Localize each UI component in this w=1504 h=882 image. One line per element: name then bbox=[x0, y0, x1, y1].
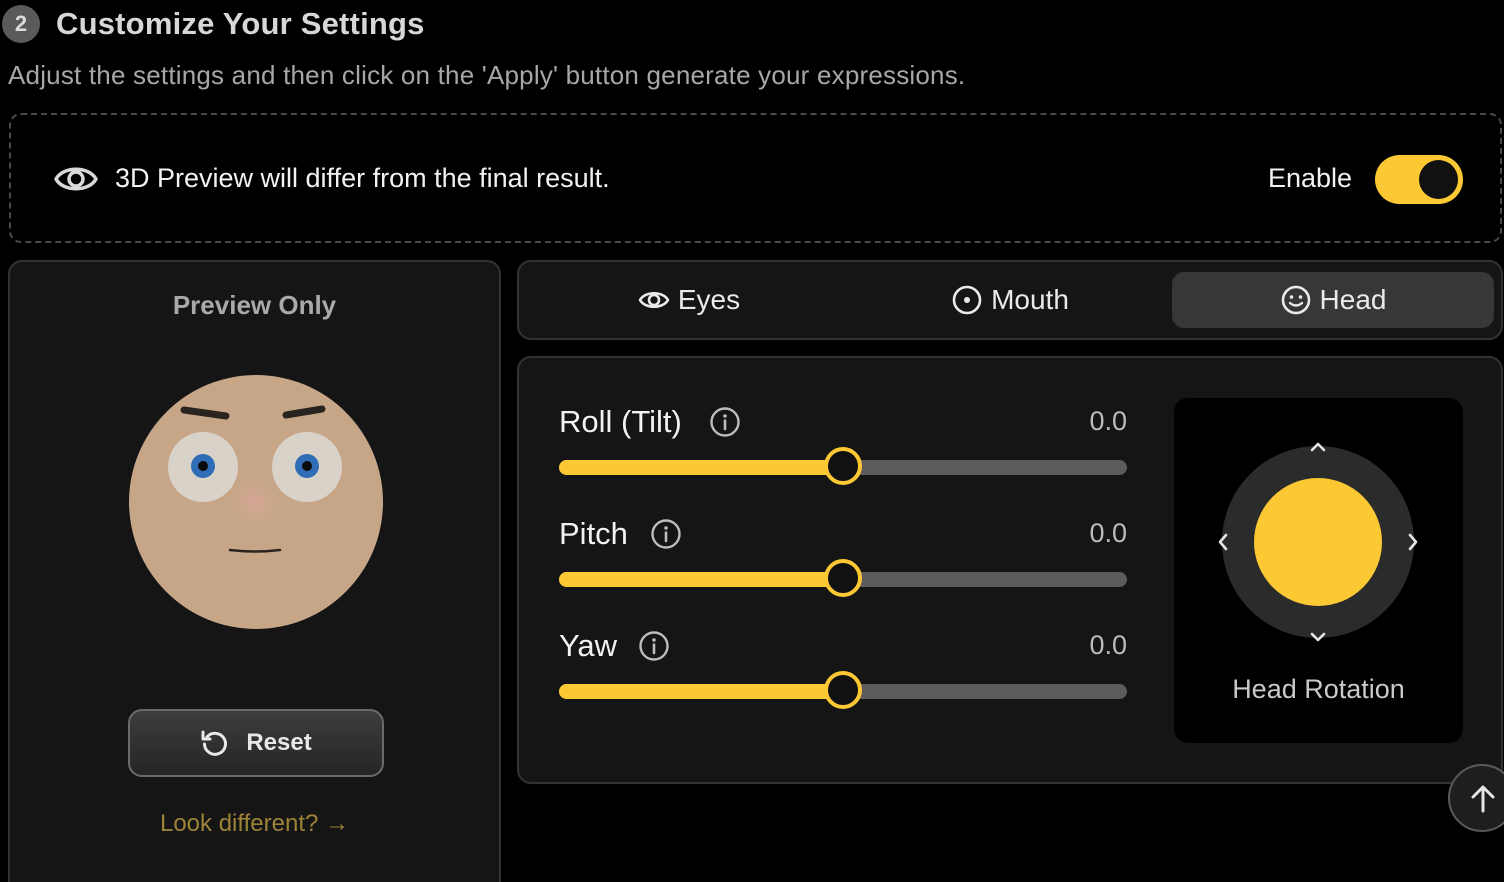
settings-page: 2 Customize Your Settings Adjust the set… bbox=[0, 0, 1504, 882]
step-header: 2 Customize Your Settings bbox=[0, 4, 425, 44]
yaw-slider-fill bbox=[559, 684, 843, 699]
tab-head-label: Head bbox=[1319, 284, 1387, 315]
eye-icon bbox=[54, 167, 98, 191]
pitch-slider[interactable] bbox=[559, 559, 1127, 597]
pitch-value: 0.0 bbox=[1089, 518, 1127, 548]
eye-icon bbox=[638, 291, 670, 309]
pitch-slider-fill bbox=[559, 572, 843, 587]
roll-value: 0.0 bbox=[1089, 406, 1127, 436]
page-title: Customize Your Settings bbox=[56, 6, 425, 41]
preview-notice-banner: 3D Preview will differ from the final re… bbox=[9, 113, 1502, 243]
info-icon[interactable] bbox=[650, 518, 682, 550]
reset-label: Reset bbox=[246, 729, 312, 756]
info-icon[interactable] bbox=[709, 406, 741, 438]
page-subtitle: Adjust the settings and then click on th… bbox=[8, 60, 966, 90]
roll-label: Roll (Tilt) bbox=[559, 404, 682, 439]
yaw-value: 0.0 bbox=[1089, 630, 1127, 660]
pitch-slider-thumb[interactable] bbox=[824, 559, 862, 597]
tab-mouth-label: Mouth bbox=[991, 284, 1069, 315]
reset-icon bbox=[201, 730, 228, 756]
joystick-handle[interactable] bbox=[1254, 478, 1382, 606]
preview-card: Preview Only Reset Look different? → bbox=[8, 260, 501, 882]
enable-3d-preview-toggle[interactable] bbox=[1375, 155, 1463, 204]
smiley-icon bbox=[1281, 285, 1310, 315]
head-rotation-label: Head Rotation bbox=[1232, 674, 1405, 704]
pitch-label: Pitch bbox=[559, 516, 628, 551]
preview-notice-text: 3D Preview will differ from the final re… bbox=[115, 163, 610, 193]
face-preview-3d bbox=[129, 375, 383, 629]
roll-slider-row: Roll (Tilt) 0.0 bbox=[559, 404, 1127, 504]
preview-title: Preview Only bbox=[172, 290, 337, 320]
info-icon[interactable] bbox=[638, 630, 670, 662]
arrow-up-icon bbox=[1471, 785, 1495, 813]
reset-button[interactable]: Reset bbox=[128, 709, 384, 777]
roll-slider[interactable] bbox=[559, 447, 1127, 485]
tab-eyes[interactable]: Eyes bbox=[529, 272, 849, 328]
head-rotation-joystick-panel: Head Rotation bbox=[1174, 398, 1463, 743]
tab-eyes-label: Eyes bbox=[677, 284, 741, 315]
enable-label: Enable bbox=[1268, 163, 1353, 193]
roll-slider-thumb[interactable] bbox=[824, 447, 862, 485]
joystick-graphic bbox=[1218, 442, 1418, 642]
look-different-link[interactable]: Look different? → bbox=[10, 810, 499, 838]
step-number-badge: 2 bbox=[2, 5, 40, 43]
feature-tabs: Eyes Mouth Head bbox=[517, 260, 1503, 340]
scroll-to-top-button[interactable] bbox=[1448, 764, 1504, 832]
target-icon bbox=[952, 285, 982, 315]
tab-head[interactable]: Head bbox=[1172, 272, 1494, 328]
yaw-label: Yaw bbox=[559, 628, 618, 663]
yaw-slider[interactable] bbox=[559, 671, 1127, 709]
toggle-knob bbox=[1419, 160, 1458, 199]
yaw-slider-row: Yaw 0.0 bbox=[559, 628, 1127, 728]
pitch-slider-row: Pitch 0.0 bbox=[559, 516, 1127, 616]
head-controls-panel: Roll (Tilt) 0.0 Pitch 0.0 Yaw 0.0 Head R… bbox=[517, 356, 1503, 784]
yaw-slider-thumb[interactable] bbox=[824, 671, 862, 709]
roll-slider-fill bbox=[559, 460, 843, 475]
tab-mouth[interactable]: Mouth bbox=[850, 272, 1170, 328]
